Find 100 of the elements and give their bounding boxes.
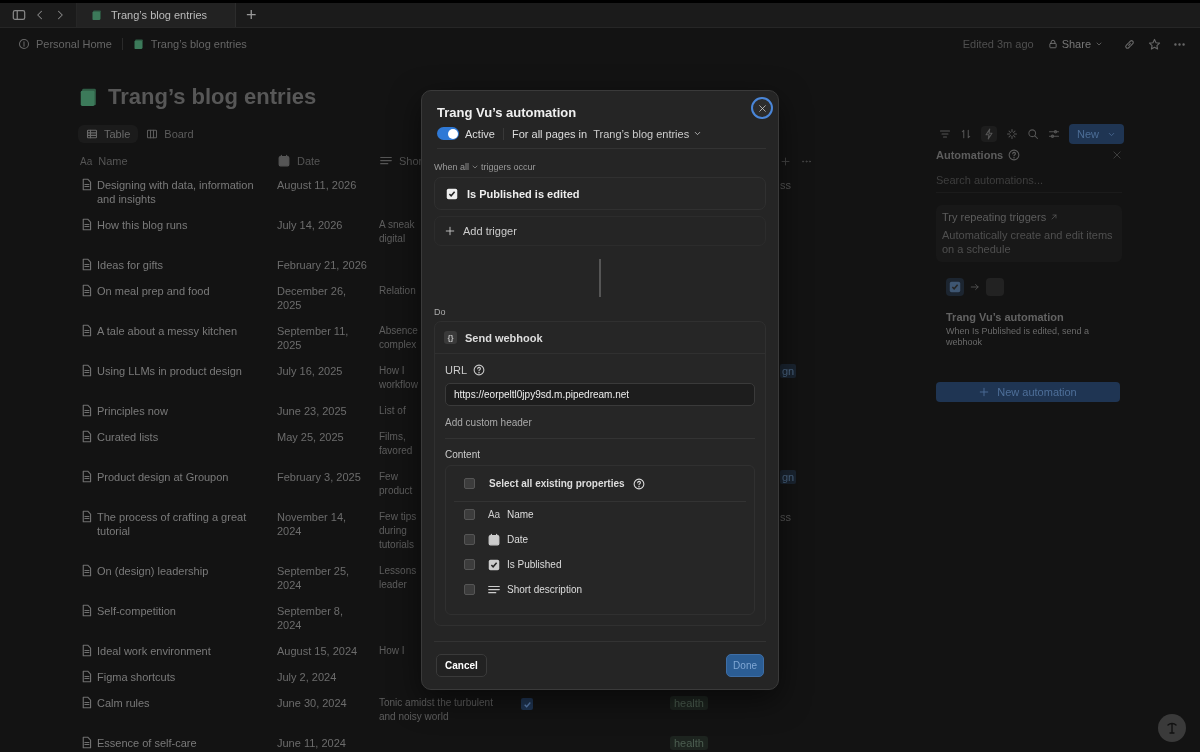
- date-cell-text: July 16, 2025: [277, 364, 344, 378]
- page-name[interactable]: On (design) leadership: [97, 564, 269, 578]
- plus-icon: [979, 387, 990, 397]
- date-cell-text: February 21, 2026: [277, 258, 368, 272]
- page-name[interactable]: Using LLMs in product design: [97, 364, 269, 378]
- condition-dropdown[interactable]: When all: [434, 162, 479, 172]
- checkbox[interactable]: [464, 509, 475, 520]
- url-field[interactable]: https://eorpeltl0jpy9sd.m.pipedream.net: [445, 383, 755, 406]
- edited-time: Edited 3m ago: [962, 38, 1034, 50]
- checkbox[interactable]: [464, 478, 475, 489]
- filter-icon: [939, 128, 951, 140]
- add-column-icon: [780, 155, 791, 167]
- page-name[interactable]: Designing with data, information and insights: [97, 178, 269, 206]
- breadcrumb-item[interactable]: Trang’s blog entries: [128, 38, 251, 50]
- date-cell-text: August 11, 2026: [277, 178, 358, 192]
- description-text: workflow: [379, 378, 418, 392]
- calendar-icon: [487, 532, 501, 547]
- section-label: Content: [445, 449, 482, 460]
- page-name[interactable]: A tale about a messy kitchen: [97, 324, 269, 338]
- scope-label: For all pages in: [511, 127, 588, 140]
- star-icon: [1148, 37, 1161, 51]
- view-tab[interactable]: Board: [138, 125, 202, 143]
- arrow-right-icon: [970, 282, 980, 292]
- checkbox[interactable]: [464, 584, 475, 595]
- checkbox-property-icon: [445, 186, 459, 201]
- page-icon: [80, 470, 93, 483]
- breadcrumb-item[interactable]: Personal Home: [14, 38, 116, 50]
- automation-summary: When Is Published is edited, send a webhook: [946, 326, 1091, 348]
- description-text: favored: [379, 444, 413, 458]
- add-header-link[interactable]: Add custom header: [445, 417, 532, 428]
- page-name[interactable]: Ideas for gifts: [97, 258, 269, 272]
- select-all-label: Select all existing properties: [489, 478, 625, 489]
- page-title: Trang’s blog entries: [108, 84, 317, 110]
- description-text: Films,: [379, 430, 406, 444]
- page-name[interactable]: How this blog runs: [97, 218, 269, 232]
- close-icon: [1112, 150, 1122, 160]
- checkbox[interactable]: [464, 559, 475, 570]
- date-cell-text: December 26, 2025: [277, 284, 348, 312]
- published-checkbox[interactable]: [521, 698, 533, 710]
- browser-tab[interactable]: Trang’s blog entries: [77, 3, 236, 27]
- share-button[interactable]: Share: [1047, 38, 1103, 50]
- page-name[interactable]: Ideal work environment: [97, 644, 269, 658]
- view-tab[interactable]: Table: [78, 125, 139, 143]
- column-header[interactable]: Date: [277, 154, 379, 168]
- help-avatar-icon[interactable]: [1158, 714, 1186, 742]
- chevron-down-icon: [693, 129, 703, 138]
- sliders-icon: [1048, 128, 1060, 140]
- help-icon: [632, 477, 645, 490]
- tag: gn: [780, 364, 797, 378]
- page-icon: [80, 564, 93, 577]
- text-property-icon: Aa: [80, 155, 93, 167]
- sort-icon: [960, 128, 972, 140]
- new-automation-button[interactable]: New automation: [936, 382, 1120, 402]
- page-name[interactable]: Self-competition: [97, 604, 269, 618]
- description-text: leader: [379, 578, 407, 592]
- description-text: Relation: [379, 284, 416, 298]
- done-button[interactable]: Done: [726, 654, 764, 677]
- book-icon: [132, 38, 145, 50]
- description-text: during: [379, 524, 407, 538]
- page-icon: [80, 510, 93, 523]
- promo-title: Try repeating triggers: [942, 211, 1047, 223]
- new-tab-button[interactable]: +: [236, 4, 267, 26]
- date-cell-text: May 25, 2025: [277, 430, 345, 444]
- date-cell-text: August 15, 2024: [277, 644, 359, 658]
- close-icon: [757, 103, 767, 113]
- toggle-label: Active: [465, 127, 495, 140]
- field-label: URL: [445, 364, 467, 376]
- description-text: product: [379, 484, 413, 498]
- add-trigger-button[interactable]: Add trigger: [434, 216, 766, 246]
- lightning-icon: [983, 128, 995, 140]
- date-cell-text: June 30, 2024: [277, 696, 348, 710]
- page-name[interactable]: Principles now: [97, 404, 269, 418]
- page-icon: [80, 404, 93, 417]
- page-name[interactable]: Curated lists: [97, 430, 269, 444]
- close-button[interactable]: [751, 97, 773, 119]
- page-name[interactable]: On meal prep and food: [97, 284, 269, 298]
- column-header[interactable]: Aa Name: [80, 155, 277, 167]
- database-dropdown[interactable]: Trang’s blog entries: [593, 127, 703, 140]
- cancel-button[interactable]: Cancel: [436, 654, 487, 677]
- date-cell-text: November 14, 2024: [277, 510, 348, 538]
- calendar-icon: [277, 154, 291, 168]
- page-name[interactable]: Figma shortcuts: [97, 670, 269, 684]
- tag: gn: [780, 470, 797, 484]
- sidebar-icon: [12, 8, 26, 22]
- page-name[interactable]: Product design at Groupon: [97, 470, 269, 484]
- page-name[interactable]: The process of crafting a great tutorial: [97, 510, 269, 538]
- automation-name[interactable]: Trang Vu’s automation: [946, 311, 1112, 323]
- page-name[interactable]: Calm rules: [97, 696, 269, 710]
- checkbox[interactable]: [464, 534, 475, 545]
- property-label: Date: [507, 534, 529, 545]
- description-text: tutorials: [379, 538, 414, 552]
- active-toggle[interactable]: [437, 127, 459, 140]
- help-icon: [473, 364, 485, 376]
- page-name[interactable]: Essence of self-care: [97, 736, 269, 750]
- book-icon: [91, 9, 103, 21]
- new-button[interactable]: New: [1069, 124, 1124, 144]
- description-text: Absence: [379, 324, 418, 338]
- trigger-card[interactable]: Is Published is edited: [434, 177, 766, 210]
- description-text: digital: [379, 232, 406, 246]
- checkbox-property-icon: [487, 557, 501, 572]
